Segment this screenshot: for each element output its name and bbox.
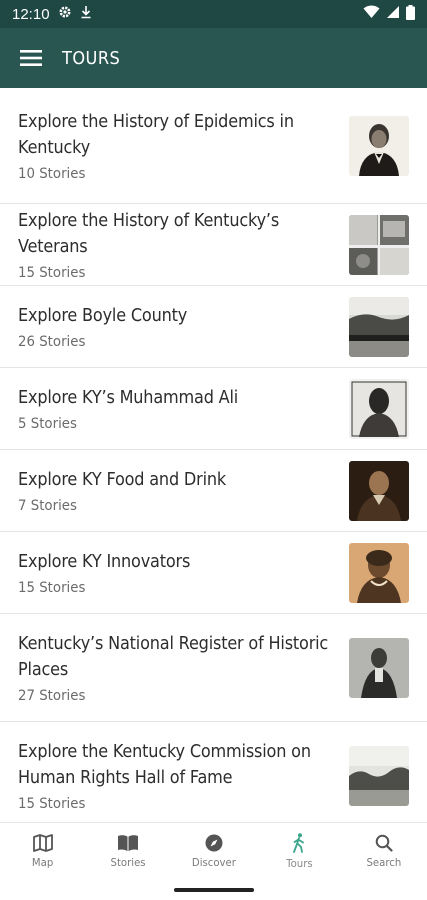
tour-thumbnail [349, 214, 409, 275]
tour-title: Explore the Kentucky Commission on Human… [18, 742, 311, 788]
tour-title: Explore KY Food and Drink [18, 470, 227, 490]
tour-item-human-rights-hall-of-fame[interactable]: Explore the Kentucky Commission on Human… [0, 722, 427, 822]
tour-story-count: 15 Stories [18, 580, 86, 596]
tour-title: Explore the History of Epidemics in Kent… [18, 112, 294, 158]
nav-label: Discover [191, 856, 236, 869]
tour-title: Explore KY Innovators [18, 552, 191, 572]
page-title: TOURS [62, 47, 121, 69]
app-bar: TOURS [0, 28, 427, 88]
nav-label: Stories [110, 856, 146, 869]
tour-story-count: 5 Stories [18, 416, 77, 432]
wifi-icon [363, 5, 380, 23]
tour-list: Explore the History of Epidemics in Kent… [0, 88, 427, 822]
tour-story-count: 26 Stories [18, 334, 86, 350]
bottom-navigation: Map Stories Discover Tours Search [0, 822, 427, 880]
tour-item-veterans[interactable]: Explore the History of Kentucky’s Vetera… [0, 204, 427, 286]
search-icon [376, 834, 393, 852]
tour-story-count: 27 Stories [18, 688, 86, 704]
nav-label: Tours [285, 857, 313, 870]
book-icon [118, 835, 139, 851]
tour-thumbnail [349, 115, 409, 176]
tour-title: Kentucky’s National Register of Historic… [18, 634, 329, 680]
nav-stories[interactable]: Stories [85, 823, 170, 880]
nav-map[interactable]: Map [0, 823, 85, 880]
tour-thumbnail [349, 542, 409, 603]
battery-icon [406, 4, 415, 24]
tour-item-epidemics[interactable]: Explore the History of Epidemics in Kent… [0, 88, 427, 204]
tour-thumbnail [349, 745, 409, 806]
tour-item-food-and-drink[interactable]: Explore KY Food and Drink 7 Stories [0, 450, 427, 532]
settings-gear-icon [58, 5, 72, 23]
tour-item-boyle-county[interactable]: Explore Boyle County 26 Stories [0, 286, 427, 368]
status-time: 12:10 [12, 5, 50, 23]
tour-item-muhammad-ali[interactable]: Explore KY’s Muhammad Ali 5 Stories [0, 368, 427, 450]
tour-story-count: 15 Stories [18, 796, 86, 812]
menu-button[interactable] [0, 28, 62, 88]
nav-label: Map [32, 856, 54, 869]
tour-title: Explore KY’s Muhammad Ali [18, 388, 239, 408]
nav-discover[interactable]: Discover [171, 823, 256, 880]
gesture-area [0, 880, 427, 900]
tour-title: Explore Boyle County [18, 306, 188, 326]
status-bar: 12:10 [0, 0, 427, 28]
nav-label: Search [366, 856, 402, 869]
tour-story-count: 10 Stories [18, 166, 86, 182]
tour-title: Explore the History of Kentucky’s Vetera… [18, 211, 280, 257]
tour-item-national-register[interactable]: Kentucky’s National Register of Historic… [0, 614, 427, 722]
signal-icon [386, 5, 400, 23]
nav-tours[interactable]: Tours [256, 823, 341, 880]
tour-story-count: 15 Stories [18, 265, 86, 281]
download-icon [80, 5, 92, 23]
walking-icon [293, 833, 304, 853]
compass-icon [205, 834, 223, 852]
map-icon [32, 834, 53, 852]
home-gesture-bar[interactable] [174, 888, 254, 892]
tour-thumbnail [349, 378, 409, 439]
nav-search[interactable]: Search [342, 823, 427, 880]
tour-item-innovators[interactable]: Explore KY Innovators 15 Stories [0, 532, 427, 614]
hamburger-menu-icon [20, 50, 42, 66]
tour-thumbnail [349, 460, 409, 521]
tour-story-count: 7 Stories [18, 498, 77, 514]
tour-thumbnail [349, 637, 409, 698]
tour-thumbnail [349, 296, 409, 357]
